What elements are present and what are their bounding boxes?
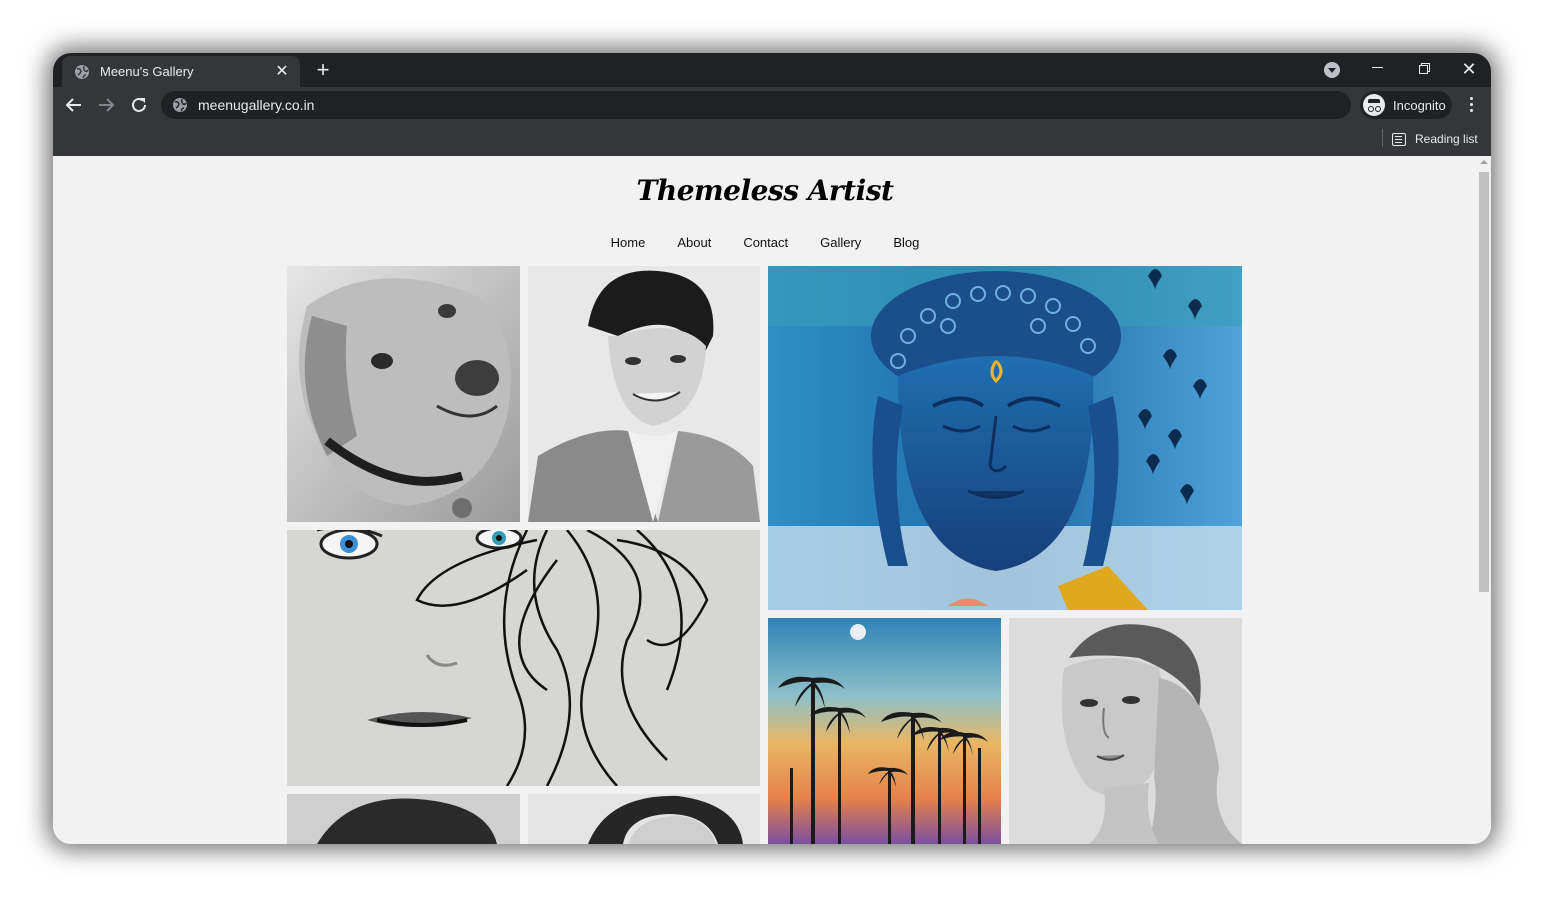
tab-title: Meenu's Gallery bbox=[100, 64, 194, 79]
restore-button[interactable] bbox=[1412, 57, 1436, 81]
site-nav: Home About Contact Gallery Blog bbox=[53, 235, 1477, 250]
gallery-girl-sketch[interactable] bbox=[287, 794, 520, 844]
reading-list-label: Reading list bbox=[1415, 132, 1478, 146]
page-viewport: Themeless Artist Home About Contact Gall… bbox=[53, 156, 1477, 844]
scrollbar-thumb[interactable] bbox=[1479, 172, 1489, 592]
site-title[interactable]: Themeless Artist bbox=[53, 174, 1477, 207]
gallery-woman-portrait-sketch[interactable] bbox=[1009, 618, 1242, 844]
site-info-icon[interactable] bbox=[172, 97, 188, 113]
minimize-button[interactable] bbox=[1366, 57, 1390, 81]
gallery-man-portrait-sketch[interactable] bbox=[528, 266, 760, 522]
bookmarks-divider bbox=[1382, 129, 1383, 147]
browser-toolbar: meenugallery.co.in Incognito bbox=[53, 87, 1491, 123]
page-scrollbar[interactable] bbox=[1477, 156, 1491, 844]
nav-about[interactable]: About bbox=[661, 235, 727, 250]
browser-window: Meenu's Gallery ✕ + ✕ meenugallery.co.in bbox=[53, 53, 1491, 844]
tab-close-icon[interactable]: ✕ bbox=[274, 63, 290, 80]
reading-list-icon bbox=[1392, 132, 1406, 146]
gallery-dog-sketch[interactable] bbox=[287, 266, 520, 522]
bookmarks-bar: Reading list bbox=[53, 123, 1491, 156]
forward-button[interactable] bbox=[94, 93, 118, 117]
gallery-girl-sketch-2[interactable] bbox=[528, 794, 760, 844]
globe-icon bbox=[75, 64, 89, 79]
nav-contact[interactable]: Contact bbox=[727, 235, 804, 250]
browser-menu-button[interactable] bbox=[1459, 94, 1483, 116]
url-text[interactable]: meenugallery.co.in bbox=[198, 97, 314, 113]
arrow-right-icon bbox=[99, 98, 115, 112]
nav-gallery[interactable]: Gallery bbox=[804, 235, 877, 250]
profile-label: Incognito bbox=[1393, 97, 1446, 113]
new-tab-button[interactable]: + bbox=[311, 59, 335, 83]
tab-meenus-gallery[interactable]: Meenu's Gallery ✕ bbox=[62, 56, 300, 87]
close-window-button[interactable]: ✕ bbox=[1457, 57, 1481, 81]
reload-button[interactable] bbox=[127, 93, 151, 117]
scroll-up-icon[interactable] bbox=[1480, 160, 1488, 164]
nav-blog[interactable]: Blog bbox=[877, 235, 935, 250]
gallery-palm-trees-sunset-painting[interactable] bbox=[768, 618, 1001, 844]
tab-search-icon[interactable] bbox=[1324, 62, 1340, 78]
incognito-profile-button[interactable]: Incognito bbox=[1360, 91, 1452, 119]
arrow-left-icon bbox=[65, 98, 81, 112]
nav-home[interactable]: Home bbox=[595, 235, 662, 250]
gallery-blue-eyed-face-sketch[interactable] bbox=[287, 530, 760, 786]
back-button[interactable] bbox=[62, 93, 86, 117]
tab-strip: Meenu's Gallery ✕ + ✕ bbox=[53, 53, 1491, 87]
incognito-icon bbox=[1363, 94, 1385, 116]
reload-icon bbox=[132, 97, 146, 112]
address-bar[interactable]: meenugallery.co.in bbox=[161, 91, 1351, 119]
gallery-blue-buddha-painting[interactable] bbox=[768, 266, 1242, 610]
reading-list-button[interactable]: Reading list bbox=[1392, 128, 1478, 150]
